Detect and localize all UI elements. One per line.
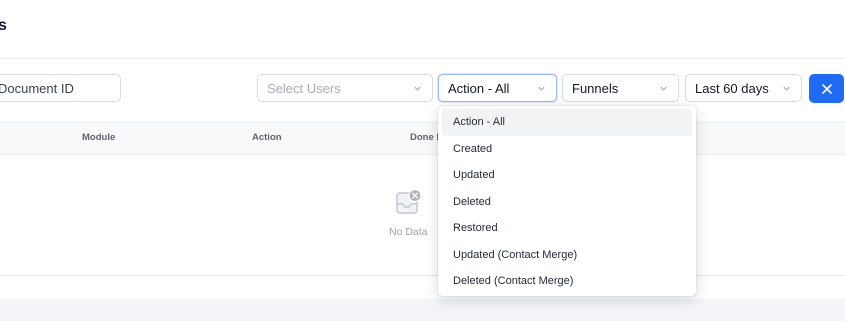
page-title: s bbox=[0, 17, 7, 34]
column-header-action: Action bbox=[252, 132, 282, 143]
action-filter-value: Action - All bbox=[448, 80, 510, 96]
funnels-filter-value: Funnels bbox=[572, 80, 619, 96]
dropdown-option-restored[interactable]: Restored bbox=[442, 215, 692, 242]
header-divider bbox=[0, 58, 845, 59]
chevron-down-icon bbox=[414, 86, 421, 91]
close-icon bbox=[821, 83, 832, 94]
select-users-dropdown[interactable]: Select Users bbox=[257, 74, 433, 102]
chevron-down-icon bbox=[538, 86, 545, 91]
dropdown-option-deleted-contact-merge[interactable]: Deleted (Contact Merge) bbox=[442, 268, 692, 295]
dropdown-option-action-all[interactable]: Action - All bbox=[442, 109, 692, 136]
action-filter-dropdown[interactable]: Action - All bbox=[438, 74, 557, 102]
document-id-input-value: Document ID bbox=[0, 80, 74, 96]
empty-inbox-icon bbox=[396, 188, 422, 214]
dropdown-option-deleted[interactable]: Deleted bbox=[442, 189, 692, 216]
clear-filters-button[interactable] bbox=[809, 74, 844, 103]
date-range-dropdown[interactable]: Last 60 days bbox=[685, 74, 802, 102]
document-id-input[interactable]: Document ID bbox=[0, 74, 121, 102]
chevron-down-icon bbox=[783, 86, 790, 91]
date-range-value: Last 60 days bbox=[695, 80, 769, 96]
dropdown-option-created[interactable]: Created bbox=[442, 136, 692, 163]
table-bottom-divider bbox=[0, 275, 845, 276]
chevron-down-icon bbox=[660, 86, 667, 91]
empty-state-text: No Data bbox=[389, 226, 428, 238]
column-header-module: Module bbox=[82, 132, 116, 143]
table-header: Module Action Done b bbox=[0, 122, 845, 155]
select-users-placeholder: Select Users bbox=[267, 80, 341, 96]
dropdown-option-updated-contact-merge[interactable]: Updated (Contact Merge) bbox=[442, 242, 692, 269]
footer-band bbox=[0, 299, 845, 321]
action-dropdown-menu: Action - All Created Updated Deleted Res… bbox=[438, 106, 696, 296]
dropdown-option-updated[interactable]: Updated bbox=[442, 162, 692, 189]
funnels-filter-dropdown[interactable]: Funnels bbox=[562, 74, 679, 102]
